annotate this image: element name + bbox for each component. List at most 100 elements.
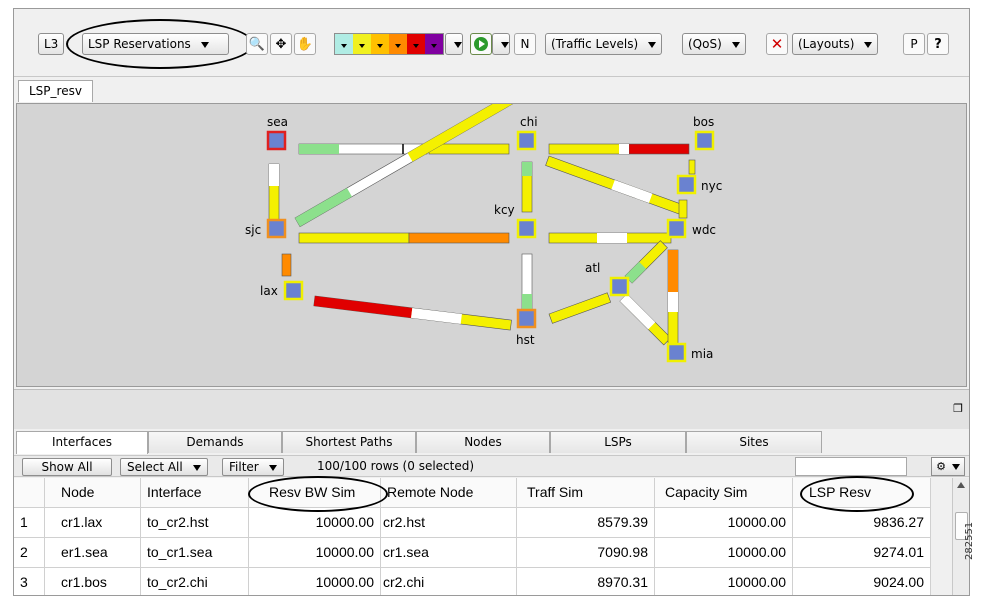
help-icon[interactable]: ? <box>927 33 949 55</box>
col-header-remote-node[interactable]: Remote Node <box>381 478 517 508</box>
restore-window-icon[interactable]: ❐ <box>953 402 963 415</box>
link-hst-atl[interactable] <box>548 292 612 324</box>
link-sjc-chi[interactable] <box>294 104 524 228</box>
link-kcy-hst[interactable] <box>521 253 533 313</box>
node-sea[interactable]: sea <box>266 115 288 151</box>
svg-text:chi: chi <box>520 115 538 129</box>
tab-shortest-paths[interactable]: Shortest Paths <box>282 431 416 453</box>
simulation-dropdown[interactable] <box>492 33 510 55</box>
sim-n-icon[interactable]: N <box>514 33 536 55</box>
cell-lsp-resv: 9274.01 <box>793 538 931 568</box>
link-nyc-wdc[interactable] <box>678 199 688 219</box>
properties-p-icon[interactable]: P <box>903 33 925 55</box>
cell-traff-sim: 7090.98 <box>517 538 655 568</box>
link-sea-chi[interactable] <box>298 143 510 155</box>
link-sjc-lax[interactable] <box>281 253 292 277</box>
row-index: 1 <box>14 508 45 538</box>
legend-swatch-6 <box>425 34 443 54</box>
layouts-dropdown[interactable]: (Layouts) <box>792 33 879 55</box>
node-chi[interactable]: chi <box>516 115 538 151</box>
cell-node: cr1.lax <box>45 508 141 538</box>
svg-text:lax: lax <box>260 284 278 298</box>
svg-text:atl: atl <box>585 261 600 275</box>
zoom-icon[interactable]: 🔍 <box>246 33 268 55</box>
cell-lsp-resv: 9836.27 <box>793 508 931 538</box>
node-lax[interactable]: lax <box>260 280 304 301</box>
tab-lsp-resv[interactable]: LSP_resv <box>18 80 93 102</box>
col-header-lsp-resv[interactable]: LSP Resv <box>793 478 931 508</box>
table-row[interactable]: 2 er1.sea to_cr1.sea 10000.00 cr1.sea 70… <box>14 538 952 568</box>
filter-dropdown[interactable]: Filter <box>222 458 284 476</box>
play-simulation-icon[interactable] <box>470 33 492 55</box>
table-row[interactable]: 3 cr1.bos to_cr2.chi 10000.00 cr2.chi 89… <box>14 568 952 595</box>
node-sjc[interactable]: sjc <box>245 218 287 239</box>
link-atl-mia[interactable] <box>619 293 672 346</box>
qos-dropdown[interactable]: (QoS) <box>682 33 746 55</box>
link-bos-nyc[interactable] <box>688 159 696 175</box>
grid-settings-gear-icon[interactable]: ⚙ <box>931 457 965 476</box>
cell-capacity-sim: 10000.00 <box>655 538 793 568</box>
network-map[interactable]: sea chi bos nyc kcy sjc wdc atl lax hst … <box>16 103 967 387</box>
pan-hand-icon[interactable]: ✋ <box>294 33 316 55</box>
tab-demands[interactable]: Demands <box>148 431 282 453</box>
grid-search-input[interactable] <box>795 457 907 476</box>
svg-text:bos: bos <box>693 115 714 129</box>
close-red-x-icon[interactable]: ✕ <box>766 33 788 55</box>
legend-swatch-1 <box>335 34 353 54</box>
cell-interface: to_cr1.sea <box>141 538 249 568</box>
svg-text:nyc: nyc <box>701 179 722 193</box>
fit-view-icon[interactable]: ✥ <box>270 33 292 55</box>
link-sea-sjc[interactable] <box>268 163 280 225</box>
row-count-label: 100/100 rows (0 selected) <box>317 459 475 473</box>
link-wdc-mia[interactable] <box>667 249 679 345</box>
svg-text:hst: hst <box>516 333 535 347</box>
cell-capacity-sim: 10000.00 <box>655 508 793 538</box>
node-hst[interactable]: hst <box>516 308 537 347</box>
node-bos[interactable]: bos <box>693 115 715 151</box>
view-dropdown[interactable]: LSP Reservations <box>82 33 229 55</box>
cell-interface: to_cr2.hst <box>141 508 249 538</box>
col-header-interface[interactable]: Interface <box>141 478 249 508</box>
color-legend[interactable] <box>334 33 444 55</box>
cell-remote-node: cr2.chi <box>381 568 517 595</box>
cell-node: er1.sea <box>45 538 141 568</box>
cell-interface: to_cr2.chi <box>141 568 249 595</box>
svg-text:wdc: wdc <box>692 223 716 237</box>
cell-node: cr1.bos <box>45 568 141 595</box>
table-row[interactable]: 1 cr1.lax to_cr2.hst 10000.00 cr2.hst 85… <box>14 508 952 538</box>
col-header-capacity-sim[interactable]: Capacity Sim <box>655 478 793 508</box>
link-sjc-kcy[interactable] <box>298 232 510 244</box>
tab-interfaces[interactable]: Interfaces <box>16 431 148 454</box>
tab-nodes[interactable]: Nodes <box>416 431 550 453</box>
col-header-index[interactable] <box>14 478 45 508</box>
tab-lsps[interactable]: LSPs <box>550 431 686 453</box>
cell-traff-sim: 8970.31 <box>517 568 655 595</box>
link-kcy-wdc[interactable] <box>548 232 672 244</box>
link-chi-kcy[interactable] <box>521 161 533 213</box>
node-atl[interactable]: atl <box>585 261 630 297</box>
cell-capacity-sim: 10000.00 <box>655 568 793 595</box>
select-all-dropdown[interactable]: Select All <box>120 458 208 476</box>
layer-button[interactable]: L3 <box>38 33 65 55</box>
traffic-levels-dropdown[interactable]: (Traffic Levels) <box>545 33 662 55</box>
map-canvas[interactable]: sea chi bos nyc kcy sjc wdc atl lax hst … <box>17 104 968 388</box>
table-header-row: Node Interface Resv BW Sim Remote Node T… <box>14 478 952 508</box>
link-chi-bos[interactable] <box>548 143 690 155</box>
col-header-node[interactable]: Node <box>45 478 141 508</box>
tab-sites[interactable]: Sites <box>686 431 822 453</box>
node-mia[interactable]: mia <box>666 342 713 363</box>
link-chi-nyc[interactable] <box>545 155 687 216</box>
link-atl-wdc[interactable] <box>624 240 668 284</box>
legend-dropdown[interactable] <box>445 33 463 55</box>
view-dropdown-label: LSP Reservations <box>88 37 191 51</box>
node-wdc[interactable]: wdc <box>666 218 716 239</box>
show-all-button[interactable]: Show All <box>22 458 112 476</box>
svg-text:mia: mia <box>691 347 713 361</box>
link-lax-hst[interactable] <box>313 295 512 331</box>
col-header-resv-bw-sim[interactable]: Resv BW Sim <box>249 478 381 508</box>
col-header-traff-sim[interactable]: Traff Sim <box>517 478 655 508</box>
scroll-up-arrow-icon[interactable] <box>957 482 965 488</box>
panel-splitter[interactable]: ❐ <box>14 389 969 429</box>
svg-text:sea: sea <box>267 115 288 129</box>
node-nyc[interactable]: nyc <box>676 174 722 195</box>
